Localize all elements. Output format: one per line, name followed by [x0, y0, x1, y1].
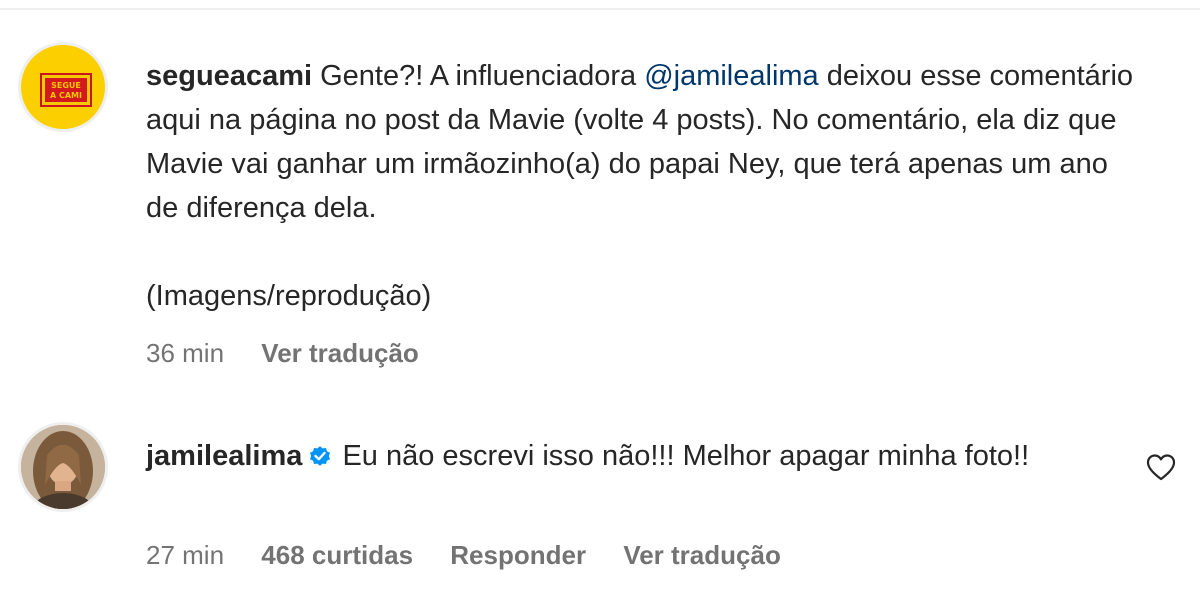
segueacami-logo: SEGUE A CAMI — [40, 73, 92, 107]
comment-username[interactable]: segueacami — [146, 60, 312, 92]
comment-timestamp[interactable]: 27 min — [146, 540, 224, 570]
avatar-segueacami[interactable]: SEGUE A CAMI — [18, 42, 108, 132]
comment-username[interactable]: jamilealima — [146, 440, 302, 472]
mention-link[interactable]: @jamilealima — [644, 60, 818, 92]
comment-body: jamilealima Eu não escrevi isso não!!! M… — [146, 434, 1136, 481]
svg-text:A CAMI: A CAMI — [50, 91, 82, 100]
comment-timestamp[interactable]: 36 min — [146, 338, 224, 368]
segueacami-logo-lettering: SEGUE A CAMI — [50, 81, 82, 100]
svg-text:SEGUE: SEGUE — [51, 81, 81, 90]
translate-link[interactable]: Ver tradução — [261, 338, 419, 368]
verified-badge-icon — [308, 437, 332, 481]
top-divider — [0, 8, 1200, 10]
comment-text: Eu não escrevi isso não!!! Melhor apagar… — [342, 440, 1030, 472]
comment-meta: 27 min 468 curtidas Responder Ver traduç… — [146, 540, 811, 571]
likes-count[interactable]: 468 curtidas — [261, 540, 413, 570]
heart-outline-icon[interactable] — [1145, 452, 1177, 482]
translate-link[interactable]: Ver tradução — [623, 540, 781, 570]
avatar-jamilealima[interactable] — [18, 422, 108, 512]
profile-photo — [21, 425, 105, 509]
comment-second-paragraph: (Imagens/reprodução) — [146, 280, 432, 312]
comment-body: segueacami Gente?! A influenciadora @jam… — [146, 54, 1136, 318]
comment-meta: 36 min Ver tradução — [146, 338, 449, 369]
comment-text-part: Gente?! A influenciadora — [320, 60, 645, 92]
reply-button[interactable]: Responder — [450, 540, 586, 570]
